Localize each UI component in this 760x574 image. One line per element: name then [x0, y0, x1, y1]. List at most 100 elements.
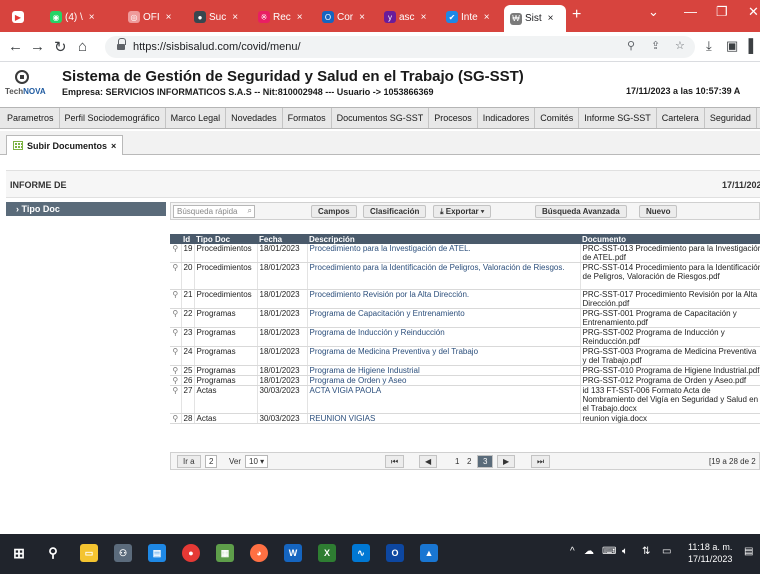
- close-tab-icon[interactable]: ×: [359, 12, 365, 23]
- browser-tab[interactable]: y asc ×: [378, 6, 436, 28]
- volume-icon[interactable]: 🔈︎: [622, 546, 628, 557]
- menu-marco-legal[interactable]: Marco Legal: [166, 108, 227, 128]
- browser-tab[interactable]: ● Suc ×: [188, 6, 248, 28]
- page-number-input[interactable]: 2: [205, 455, 218, 468]
- close-tab-icon[interactable]: ×: [166, 12, 172, 23]
- menu-formatos[interactable]: Formatos: [283, 108, 332, 128]
- close-window-icon[interactable]: ✕: [748, 4, 759, 20]
- calculator-icon[interactable]: ▦: [216, 544, 234, 562]
- column-descripcion[interactable]: Descripción: [307, 234, 580, 244]
- last-page-button[interactable]: ⏭: [531, 455, 551, 468]
- next-page-button[interactable]: ▶: [497, 455, 516, 468]
- close-icon[interactable]: ×: [111, 141, 116, 151]
- table-row[interactable]: ⚲ 19 Procedimientos 18/01/2023 Procedimi…: [170, 244, 760, 263]
- quick-search-input[interactable]: Búsqueda rápida ⌕: [173, 205, 255, 218]
- windows-start-icon[interactable]: ⊞: [10, 544, 28, 562]
- close-tab-icon[interactable]: ×: [421, 12, 427, 23]
- view-record-icon[interactable]: ⚲: [170, 346, 182, 366]
- page-link-1[interactable]: 1: [455, 457, 459, 466]
- zoom-icon[interactable]: ⚲: [627, 39, 635, 52]
- tipo-doc-filter[interactable]: › Tipo Doc: [6, 202, 166, 216]
- previous-page-button[interactable]: ◀: [419, 455, 438, 468]
- forward-icon[interactable]: →: [30, 38, 45, 55]
- table-row[interactable]: ⚲ 26 Programas 18/01/2023 Programa de Or…: [170, 375, 760, 386]
- ir-a-button[interactable]: Ir a: [177, 455, 201, 468]
- weather-icon[interactable]: ☁: [584, 546, 594, 557]
- table-row[interactable]: ⚲ 27 Actas 30/03/2023 ACTA VIGIA PAOLA i…: [170, 385, 760, 414]
- browser-tab[interactable]: ▶: [6, 6, 40, 28]
- close-tab-icon[interactable]: ×: [548, 13, 554, 24]
- close-tab-icon[interactable]: ×: [232, 12, 238, 23]
- view-record-icon[interactable]: ⚲: [170, 375, 182, 386]
- home-icon[interactable]: ⌂: [78, 38, 87, 55]
- close-tab-icon[interactable]: ×: [484, 12, 490, 23]
- restore-icon[interactable]: ❐: [716, 4, 728, 20]
- minimize-icon[interactable]: —: [684, 4, 697, 19]
- reload-icon[interactable]: ↻: [54, 38, 67, 56]
- view-record-icon[interactable]: ⚲: [170, 262, 182, 290]
- menu-informe-sg-sst[interactable]: Informe SG-SST: [579, 108, 657, 128]
- column-id[interactable]: Id: [181, 234, 194, 244]
- view-record-icon[interactable]: ⚲: [170, 244, 182, 263]
- new-tab-button[interactable]: +: [572, 6, 581, 24]
- menu-seguridad[interactable]: Seguridad: [705, 108, 757, 128]
- view-record-icon[interactable]: ⚲: [170, 385, 182, 414]
- table-row[interactable]: ⚲ 24 Programas 18/01/2023 Programa de Me…: [170, 346, 760, 366]
- browser-tab[interactable]: ◎ OFI ×: [122, 6, 184, 28]
- table-row[interactable]: ⚲ 20 Procedimientos 18/01/2023 Procedimi…: [170, 262, 760, 290]
- first-page-button[interactable]: ⏮: [385, 455, 405, 468]
- column-documento[interactable]: Documento: [580, 234, 760, 244]
- remote-app-icon[interactable]: ∿: [352, 544, 370, 562]
- clasificacion-button[interactable]: Clasificación: [363, 205, 427, 218]
- outlook-icon[interactable]: O: [386, 544, 404, 562]
- photos-app-icon[interactable]: ▤: [148, 544, 166, 562]
- word-icon[interactable]: W: [284, 544, 302, 562]
- menu-procesos[interactable]: Procesos: [429, 108, 478, 128]
- sidepanel-icon[interactable]: ▣: [726, 38, 738, 54]
- page-link-2[interactable]: 2: [467, 457, 471, 466]
- menu-documentos-sg-sst[interactable]: Documentos SG-SST: [332, 108, 430, 128]
- system-clock[interactable]: 11:18 a. m. 17/11/2023: [688, 541, 732, 565]
- table-row[interactable]: ⚲ 25 Programas 18/01/2023 Programa de Hi…: [170, 365, 760, 376]
- column-tipo-doc[interactable]: Tipo Doc: [194, 234, 257, 244]
- busqueda-avanzada-button[interactable]: Búsqueda Avanzada: [535, 205, 627, 218]
- extension-icon[interactable]: ▐: [744, 38, 753, 53]
- bookmark-star-icon[interactable]: ☆: [675, 39, 685, 52]
- show-hidden-icons[interactable]: ^: [570, 546, 575, 557]
- close-tab-icon[interactable]: ×: [89, 12, 95, 23]
- address-bar[interactable]: https://sisbisalud.com/covid/menu/ ⚲ ⇪ ☆: [105, 36, 695, 58]
- menu-novedades[interactable]: Novedades: [226, 108, 283, 128]
- page-link-3[interactable]: 3: [477, 455, 494, 468]
- rows-per-page-select[interactable]: 10 ▾: [245, 455, 269, 468]
- view-record-icon[interactable]: ⚲: [170, 308, 182, 328]
- view-record-icon[interactable]: ⚲: [170, 413, 182, 424]
- battery-icon[interactable]: ▭: [662, 546, 671, 557]
- menu-comites[interactable]: Comités: [535, 108, 580, 128]
- download-icon[interactable]: ⤓: [706, 38, 712, 54]
- close-tab-icon[interactable]: ×: [297, 12, 303, 23]
- table-row[interactable]: ⚲ 21 Procedimientos 18/01/2023 Procedimi…: [170, 289, 760, 309]
- menu-indicadores[interactable]: Indicadores: [478, 108, 536, 128]
- column-fecha[interactable]: Fecha: [257, 234, 307, 244]
- menu-parametros[interactable]: Parametros: [2, 108, 60, 128]
- share-icon[interactable]: ⇪: [651, 39, 660, 52]
- campos-button[interactable]: Campos: [311, 205, 357, 218]
- table-row[interactable]: ⚲ 23 Programas 18/01/2023 Programa de In…: [170, 327, 760, 347]
- browser-tab-active[interactable]: ₩ Sist ×: [504, 5, 566, 32]
- table-row[interactable]: ⚲ 28 Actas 30/03/2023 REUNION VIGIAS reu…: [170, 413, 760, 424]
- file-explorer-icon[interactable]: ▭: [80, 544, 98, 562]
- nuevo-button[interactable]: Nuevo: [639, 205, 678, 218]
- excel-icon[interactable]: X: [318, 544, 336, 562]
- firefox-icon[interactable]: ◕: [250, 544, 268, 562]
- browser-tab[interactable]: ※ Rec ×: [252, 6, 312, 28]
- menu-perfil-sociodemografico[interactable]: Perfil Sociodemográfico: [60, 108, 166, 128]
- browser-tab[interactable]: ◉ (4) \ ×: [44, 6, 118, 28]
- keyboard-icon[interactable]: ⌨: [602, 546, 616, 557]
- view-record-icon[interactable]: ⚲: [170, 327, 182, 347]
- table-row[interactable]: ⚲ 22 Programas 18/01/2023 Programa de Ca…: [170, 308, 760, 328]
- chrome-icon[interactable]: ●: [182, 544, 200, 562]
- tab-search-icon[interactable]: ⌄: [648, 4, 659, 20]
- url-text[interactable]: https://sisbisalud.com/covid/menu/: [133, 41, 301, 53]
- exportar-button[interactable]: ⤓ Exportar ▾: [433, 205, 492, 218]
- network-app-icon[interactable]: ⚇: [114, 544, 132, 562]
